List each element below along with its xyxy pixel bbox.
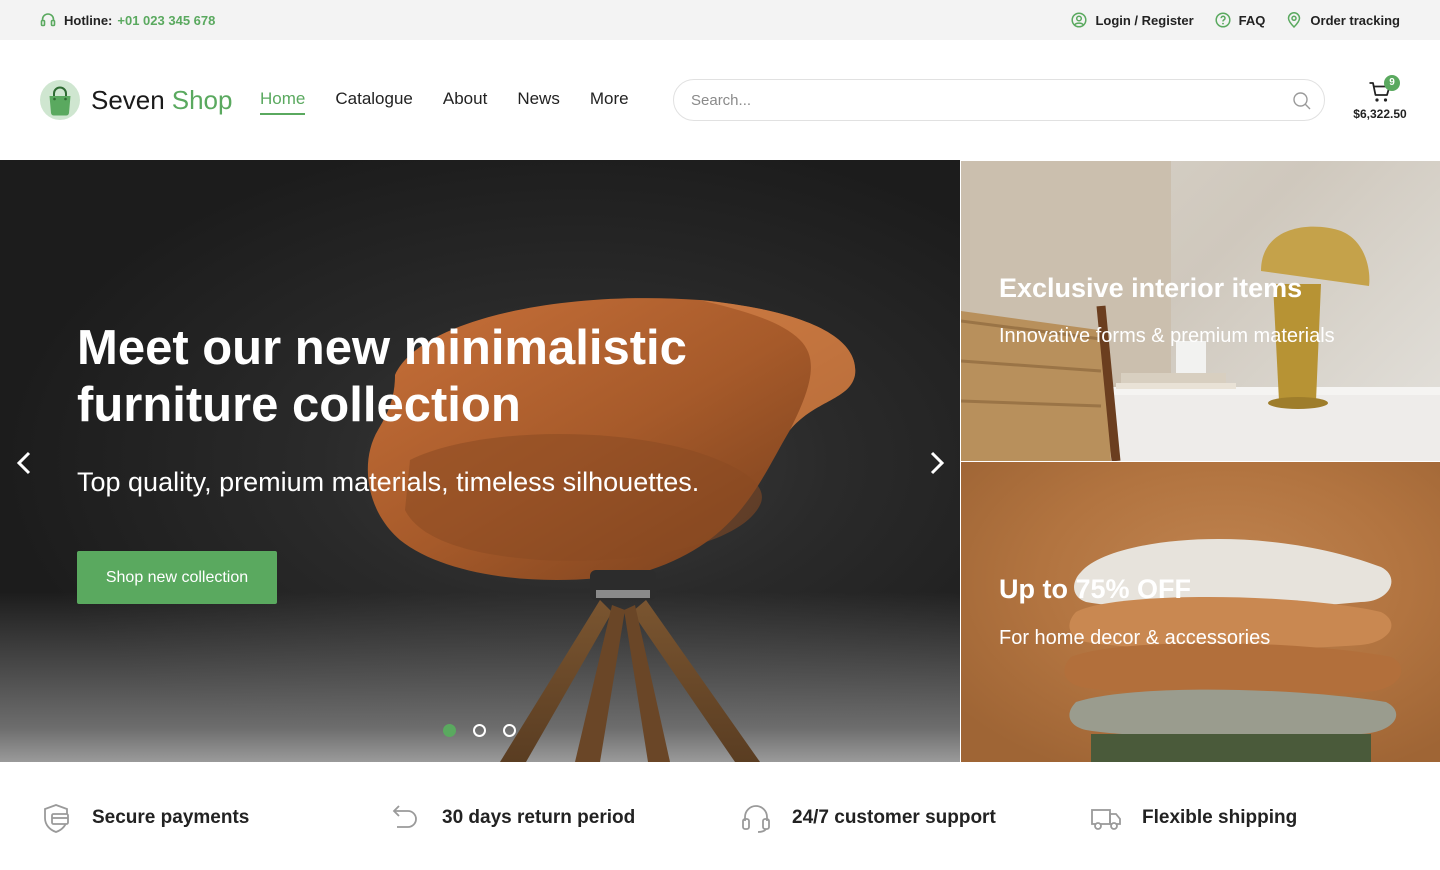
search-input[interactable] bbox=[691, 80, 1271, 120]
login-register-link[interactable]: Login / Register bbox=[1071, 12, 1194, 28]
main-header: Seven Shop Home Catalogue About News Mor… bbox=[0, 40, 1440, 160]
truck-icon bbox=[1091, 809, 1121, 830]
slider-dot-3[interactable] bbox=[503, 724, 516, 737]
logo-word-shop: Shop bbox=[171, 84, 233, 115]
promo-subtitle-sale: For home decor & accessories bbox=[999, 627, 1271, 649]
interior-lamp-image bbox=[961, 161, 1440, 461]
return-arrow-icon bbox=[392, 805, 417, 828]
main-nav: Home Catalogue About News More bbox=[260, 89, 659, 115]
top-bar: Hotline: +01 023 345 678 Login / Registe… bbox=[0, 0, 1440, 40]
promo-title-interior: Exclusive interior items bbox=[999, 273, 1303, 303]
hero-slider: Meet our new minimalistic furniture coll… bbox=[0, 160, 960, 762]
hotline-label: Hotline: bbox=[64, 12, 113, 28]
pillows-image bbox=[1064, 539, 1402, 762]
cart-total: $6,322.50 bbox=[1353, 107, 1407, 121]
nav-home[interactable]: Home bbox=[260, 89, 306, 115]
features-bar: Secure payments 30 days return period 24… bbox=[0, 762, 1440, 870]
promo-title-sale: Up to 75% OFF bbox=[999, 574, 1192, 604]
slider-dots bbox=[443, 724, 533, 737]
map-pin-icon bbox=[1288, 12, 1301, 28]
shield-card-icon bbox=[44, 804, 69, 833]
faq-link[interactable]: FAQ bbox=[1215, 12, 1266, 28]
search-icon[interactable] bbox=[1292, 91, 1312, 111]
logo-word-seven: Seven bbox=[91, 84, 165, 115]
promo-subtitle-interior: Innovative forms & premium materials bbox=[999, 325, 1335, 347]
cart-count-badge: 9 bbox=[1384, 75, 1400, 91]
headphones-icon bbox=[742, 805, 770, 833]
order-tracking-link[interactable]: Order tracking bbox=[1286, 12, 1400, 28]
headset-icon bbox=[40, 13, 56, 27]
top-links: Login / Register FAQ Order tracking bbox=[1050, 0, 1400, 40]
hotline: Hotline: +01 023 345 678 bbox=[40, 0, 215, 40]
chevron-right-icon[interactable] bbox=[921, 448, 951, 478]
help-circle-icon bbox=[1215, 12, 1231, 28]
logo[interactable]: Seven Shop bbox=[40, 80, 232, 120]
shopping-bag-logo-icon bbox=[40, 80, 80, 120]
user-circle-icon bbox=[1071, 12, 1087, 28]
chevron-left-icon[interactable] bbox=[10, 448, 40, 478]
feature-customer-support: 24/7 customer support bbox=[740, 802, 996, 834]
hotline-number[interactable]: +01 023 345 678 bbox=[117, 13, 215, 28]
promo-banner-sale[interactable]: Up to 75% OFF For home decor & accessori… bbox=[961, 462, 1440, 762]
feature-flexible-shipping: Flexible shipping bbox=[1090, 802, 1297, 834]
feature-label-return-period: 30 days return period bbox=[442, 807, 636, 828]
shop-new-collection-button[interactable]: Shop new collection bbox=[77, 551, 277, 604]
feature-label-secure-payments: Secure payments bbox=[92, 807, 250, 828]
search-box bbox=[673, 79, 1325, 121]
order-tracking-label: Order tracking bbox=[1310, 12, 1400, 28]
nav-more[interactable]: More bbox=[590, 89, 629, 115]
slider-dot-1[interactable] bbox=[443, 724, 456, 737]
nav-about[interactable]: About bbox=[443, 89, 487, 115]
feature-label-customer-support: 24/7 customer support bbox=[792, 807, 996, 828]
cart-button[interactable]: 9 $6,322.50 bbox=[1350, 75, 1410, 128]
faq-label: FAQ bbox=[1238, 12, 1266, 28]
login-register-label: Login / Register bbox=[1095, 12, 1194, 28]
feature-return-period: 30 days return period bbox=[390, 802, 635, 834]
nav-news[interactable]: News bbox=[517, 89, 560, 115]
hero-title: Meet our new minimalistic furniture coll… bbox=[77, 321, 687, 432]
feature-label-flexible-shipping: Flexible shipping bbox=[1142, 807, 1298, 828]
feature-secure-payments: Secure payments bbox=[40, 802, 249, 834]
promo-banner-interior[interactable]: Exclusive interior items Innovative form… bbox=[961, 161, 1440, 461]
hero-subtitle: Top quality, premium materials, timeless… bbox=[77, 467, 700, 497]
slider-dot-2[interactable] bbox=[473, 724, 486, 737]
nav-catalogue[interactable]: Catalogue bbox=[335, 89, 413, 115]
chair-image bbox=[367, 298, 856, 762]
